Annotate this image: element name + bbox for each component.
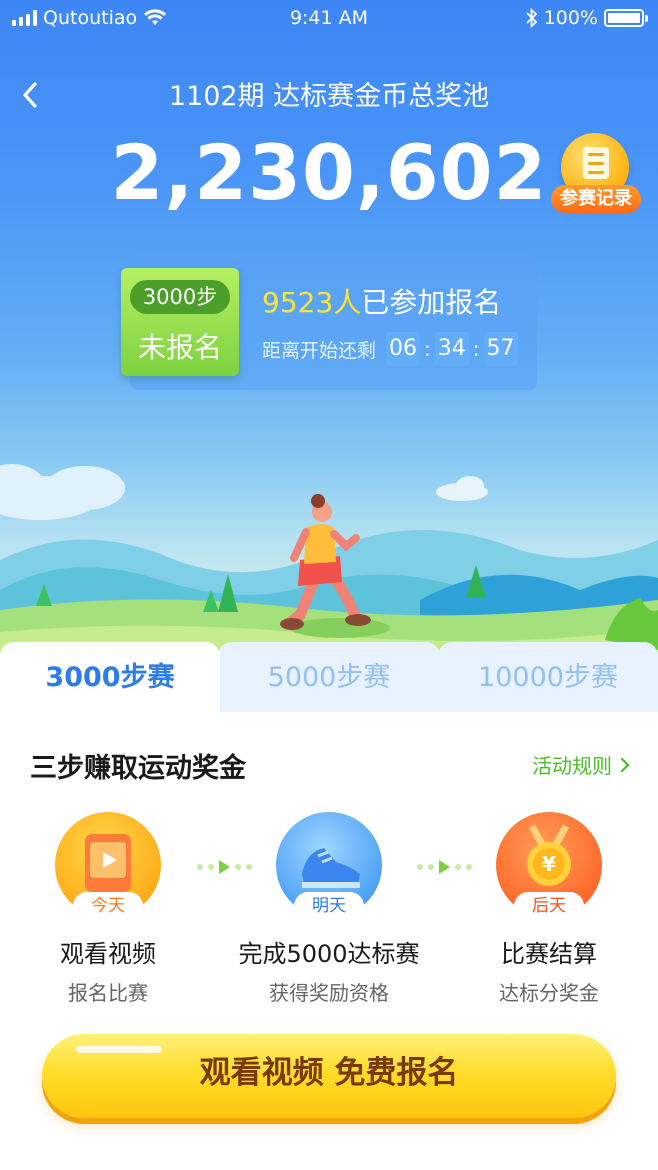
countdown-label: 距离开始还剩 (262, 339, 377, 362)
records-label: 参赛记录 (551, 185, 641, 213)
tab-5000-steps[interactable]: 5000步赛 (218, 642, 440, 714)
battery-icon (604, 9, 648, 27)
video-phone-icon: 今天 (55, 812, 161, 920)
step-name: 观看视频 (60, 940, 156, 968)
steps-badge: 3000步 (130, 280, 230, 314)
chevron-right-icon (620, 757, 630, 772)
yuan-medal-icon: ¥ 后天 (496, 812, 602, 920)
step-day-tag: 今天 (73, 892, 143, 920)
step-description: 获得奖励资格 (269, 981, 389, 1005)
entry-status-card: 3000步 未报名 (121, 268, 239, 376)
document-icon (583, 147, 609, 179)
entry-status: 未报名 (137, 331, 222, 364)
step-3: ¥ 后天 比赛结算 达标分奖金 (449, 812, 649, 1006)
step-2: 明天 完成5000达标赛 获得奖励资格 (229, 812, 429, 1006)
countdown: 距离开始还剩 06 : 34 : 57 (262, 332, 518, 366)
step-name: 完成5000达标赛 (238, 940, 420, 968)
rules-link[interactable]: 活动规则 (532, 750, 630, 779)
participants-count: 9523人 (262, 286, 362, 319)
step-name: 比赛结算 (501, 940, 597, 968)
countdown-separator: : (424, 337, 431, 361)
participants-text: 9523人已参加报名 (262, 281, 501, 321)
runner-shadow (290, 618, 390, 638)
page-title: 1102期 达标赛金币总奖池 (168, 81, 490, 112)
bluetooth-icon (526, 8, 537, 28)
records-button[interactable]: 参赛记录 (551, 133, 641, 219)
step-1: 今天 观看视频 报名比赛 (8, 812, 208, 1006)
step-day-tag: 后天 (514, 892, 584, 920)
step-description: 达标分奖金 (499, 981, 599, 1005)
status-bar: Qutoutiao 9:41 AM 100% (0, 0, 658, 38)
guide-title: 三步赚取运动奖金 (30, 753, 246, 784)
svg-text:¥: ¥ (542, 852, 556, 876)
button-gloss (76, 1046, 162, 1053)
countdown-minutes: 34 (434, 332, 469, 366)
race-tabs: 5000步赛 10000步赛 3000步赛 (0, 642, 658, 714)
running-shoe-icon: 明天 (276, 812, 382, 920)
cloud-left (0, 464, 125, 520)
guide-section: 三步赚取运动奖金 活动规则 今天 观看视频 报名比赛 明天 完成5000达标赛 … (0, 712, 658, 1170)
step-description: 报名比赛 (68, 981, 148, 1005)
tab-3000-steps[interactable]: 3000步赛 (0, 642, 220, 714)
status-right: 100% (526, 7, 648, 29)
tab-10000-steps[interactable]: 10000步赛 (438, 642, 658, 714)
step-day-tag: 明天 (294, 892, 364, 920)
countdown-seconds: 57 (483, 332, 518, 366)
hero-banner: Qutoutiao 9:41 AM 100% 1102期 达标赛金币总奖池 2,… (0, 0, 658, 700)
participants-suffix: 已参加报名 (361, 286, 502, 319)
countdown-separator: : (472, 337, 480, 361)
battery-percent: 100% (543, 7, 598, 29)
watch-video-signup-button[interactable]: 观看视频 免费报名 (42, 1034, 616, 1118)
cta-label: 观看视频 免费报名 (199, 1055, 459, 1091)
countdown-hours: 06 (386, 332, 421, 366)
rules-link-label: 活动规则 (532, 754, 612, 778)
